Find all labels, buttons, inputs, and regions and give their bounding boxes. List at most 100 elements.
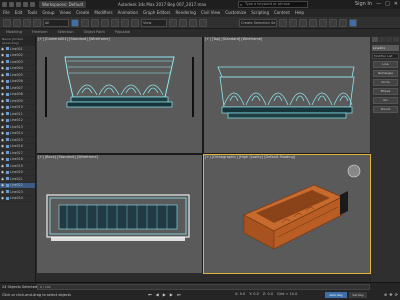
previous-frame-icon[interactable]: ◀ <box>156 292 159 297</box>
viewport-top[interactable]: [+] [Top] [Standard] [Wireframe] <box>204 37 370 153</box>
modify-tab[interactable] <box>379 37 385 42</box>
go-to-end-icon[interactable]: ⏭ <box>177 292 181 297</box>
search-input[interactable]: ⌕ Type a keyword or phrase <box>238 1 308 8</box>
visibility-icon[interactable]: ◉ <box>1 60 5 64</box>
mirror-button[interactable] <box>279 18 287 27</box>
redo-button[interactable] <box>13 18 21 27</box>
render-setup-button[interactable] <box>329 18 337 27</box>
menu-scripting[interactable]: Scripting <box>251 9 269 17</box>
angle-snap-button[interactable] <box>189 18 197 27</box>
visibility-icon[interactable]: ◉ <box>1 66 5 70</box>
menu-graph-editors[interactable]: Graph Editors <box>143 9 170 17</box>
close-button[interactable]: ✕ <box>394 0 398 9</box>
circle-button[interactable]: Circle <box>373 79 398 86</box>
menu-views[interactable]: Views <box>60 9 72 17</box>
viewport-orthographic[interactable]: [+] [Orthographic] [High Quality] [Defau… <box>203 154 371 274</box>
create-tab[interactable] <box>372 37 378 42</box>
link-button[interactable] <box>23 18 31 27</box>
line-button[interactable]: Line <box>373 61 398 68</box>
visibility-icon[interactable]: ◉ <box>1 151 5 155</box>
menu-file[interactable]: File <box>3 9 10 17</box>
menu-create[interactable]: Create <box>76 9 89 17</box>
visibility-icon[interactable]: ◉ <box>1 105 5 109</box>
visibility-icon[interactable]: ◉ <box>1 177 5 181</box>
viewport-label-top[interactable]: [+] [Top] [Standard] [Wireframe] <box>205 37 262 41</box>
save-icon[interactable] <box>16 2 21 7</box>
menu-help[interactable]: Help <box>295 9 304 17</box>
visibility-icon[interactable]: ◉ <box>1 157 5 161</box>
visibility-icon[interactable]: ◉ <box>1 118 5 122</box>
menu-animation[interactable]: Animation <box>118 9 138 17</box>
zoom-icon[interactable]: ⊕ <box>384 292 387 297</box>
menu-group[interactable]: Group <box>42 9 54 17</box>
visibility-icon[interactable]: ◉ <box>1 86 5 90</box>
open-icon[interactable] <box>9 2 14 7</box>
menu-modifiers[interactable]: Modifiers <box>94 9 112 17</box>
unlink-button[interactable] <box>33 18 41 27</box>
render-frame-button[interactable] <box>339 18 347 27</box>
viewport-back[interactable]: [+] [Back] [Standard] [Wireframe] <box>37 155 202 273</box>
viewport-label-back[interactable]: [+] [Back] [Standard] [Wireframe] <box>38 155 98 159</box>
undo-button[interactable] <box>3 18 11 27</box>
create-selection-set-dropdown[interactable]: Create Selection Se <box>239 18 277 27</box>
auto-key-button[interactable]: Auto Key <box>325 292 347 298</box>
menu-tools[interactable]: Tools <box>27 9 37 17</box>
arc-button[interactable]: Arc <box>373 97 398 104</box>
select-object-button[interactable] <box>71 18 79 27</box>
set-key-button[interactable]: Set Key <box>349 292 367 298</box>
donut-button[interactable]: Donut <box>373 106 398 113</box>
hierarchy-tab[interactable] <box>386 37 392 42</box>
minimize-button[interactable]: — <box>376 0 381 9</box>
visibility-icon[interactable]: ◉ <box>1 196 5 200</box>
tab-object-paint[interactable]: Object Paint <box>84 29 105 36</box>
ellipse-button[interactable]: Ellipse <box>373 88 398 95</box>
visibility-icon[interactable]: ◉ <box>1 79 5 83</box>
render-button[interactable] <box>349 18 357 27</box>
pan-icon[interactable]: ✥ <box>389 292 392 297</box>
viewport-camera[interactable]: [+] [Camera001] [Standard] [Wireframe] <box>37 37 202 153</box>
x-coordinate[interactable]: X: 0.0 <box>235 292 245 296</box>
tab-freeform[interactable]: Freeform <box>32 29 48 36</box>
rectangle-button[interactable]: Rectangle <box>373 70 398 77</box>
percent-snap-button[interactable] <box>199 18 207 27</box>
play-icon[interactable]: ▶ <box>163 292 166 297</box>
new-icon[interactable] <box>2 2 7 7</box>
sign-in-link[interactable]: Sign In <box>355 0 372 9</box>
maximize-button[interactable]: □ <box>385 0 390 9</box>
visibility-icon[interactable]: ◉ <box>1 73 5 77</box>
visibility-icon[interactable]: ◉ <box>1 144 5 148</box>
viewport-label-orthographic[interactable]: [+] [Orthographic] [High Quality] [Defau… <box>205 155 295 159</box>
motion-tab[interactable] <box>393 37 399 42</box>
rectangular-selection-button[interactable] <box>91 18 99 27</box>
curve-editor-button[interactable] <box>309 18 317 27</box>
visibility-icon[interactable]: ◉ <box>1 112 5 116</box>
visibility-icon[interactable]: ◉ <box>1 190 5 194</box>
visibility-icon[interactable]: ◉ <box>1 53 5 57</box>
object-name-field[interactable]: Line001 <box>372 45 399 51</box>
undo-icon[interactable] <box>23 2 28 7</box>
next-frame-icon[interactable]: ▶ <box>170 292 173 297</box>
move-button[interactable] <box>111 18 119 27</box>
visibility-icon[interactable]: ◉ <box>1 99 5 103</box>
tab-selection[interactable]: Selection <box>58 29 74 36</box>
select-by-name-button[interactable] <box>81 18 89 27</box>
visibility-icon[interactable]: ◉ <box>1 164 5 168</box>
menu-civil-view[interactable]: Civil View <box>201 9 220 17</box>
go-to-start-icon[interactable]: ⏮ <box>148 292 152 297</box>
y-coordinate[interactable]: Y: 0.0 <box>249 292 259 296</box>
orbit-icon[interactable]: ⟳ <box>395 292 398 297</box>
scale-button[interactable] <box>131 18 139 27</box>
menu-content[interactable]: Content <box>274 9 290 17</box>
visibility-icon[interactable]: ◉ <box>1 47 5 51</box>
visibility-icon[interactable]: ◉ <box>1 138 5 142</box>
scene-row[interactable]: ◉ Line024 <box>0 196 35 202</box>
visibility-icon[interactable]: ◉ <box>1 183 5 187</box>
material-editor-button[interactable] <box>319 18 327 27</box>
z-coordinate[interactable]: Z: 0.0 <box>263 292 273 296</box>
menu-rendering[interactable]: Rendering <box>176 9 196 17</box>
tab-modeling[interactable]: Modeling <box>6 29 22 36</box>
visibility-icon[interactable]: ◉ <box>1 131 5 135</box>
selection-filter-dropdown[interactable]: All <box>43 18 69 27</box>
redo-icon[interactable] <box>30 2 35 7</box>
visibility-icon[interactable]: ◉ <box>1 170 5 174</box>
